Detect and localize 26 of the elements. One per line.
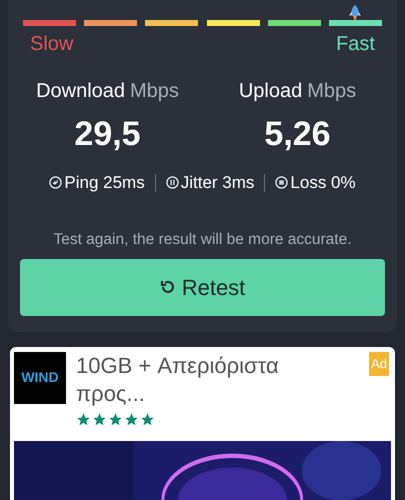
fast-label: Fast <box>336 32 375 56</box>
ad-title: 10GB + Απεριόριστα προς... <box>76 352 280 408</box>
slow-label: Slow <box>30 32 74 56</box>
star-icon <box>92 412 107 427</box>
jitter-icon <box>166 176 179 190</box>
ping-icon <box>49 176 62 190</box>
loss-icon <box>275 176 288 190</box>
unit-label: Mbps <box>130 79 179 104</box>
stat-text: Ping 25ms <box>64 172 145 194</box>
star-icon <box>140 412 155 427</box>
result-value: 29,5 <box>74 114 141 154</box>
retry-icon <box>160 279 176 296</box>
star-icon <box>108 412 123 427</box>
result-label: Download <box>36 79 126 104</box>
star-icon <box>124 412 139 427</box>
result-label: Upload <box>238 79 302 104</box>
result-value: 5,26 <box>264 114 331 154</box>
hint-text: Test again, the result will be more accurate. <box>52 230 353 250</box>
ad-badge: Ad <box>369 352 389 376</box>
stat-text: Jitter 3ms <box>180 172 254 194</box>
logo: WIND <box>14 352 66 404</box>
stat-text: Loss 0% <box>290 172 356 194</box>
unit-label: Mbps <box>307 79 356 104</box>
ad-card[interactable]: WIND 10GB + Απεριόριστα προς... Ad <box>10 346 395 500</box>
star-icon <box>76 412 91 427</box>
retest-button[interactable]: Retest <box>20 258 385 316</box>
